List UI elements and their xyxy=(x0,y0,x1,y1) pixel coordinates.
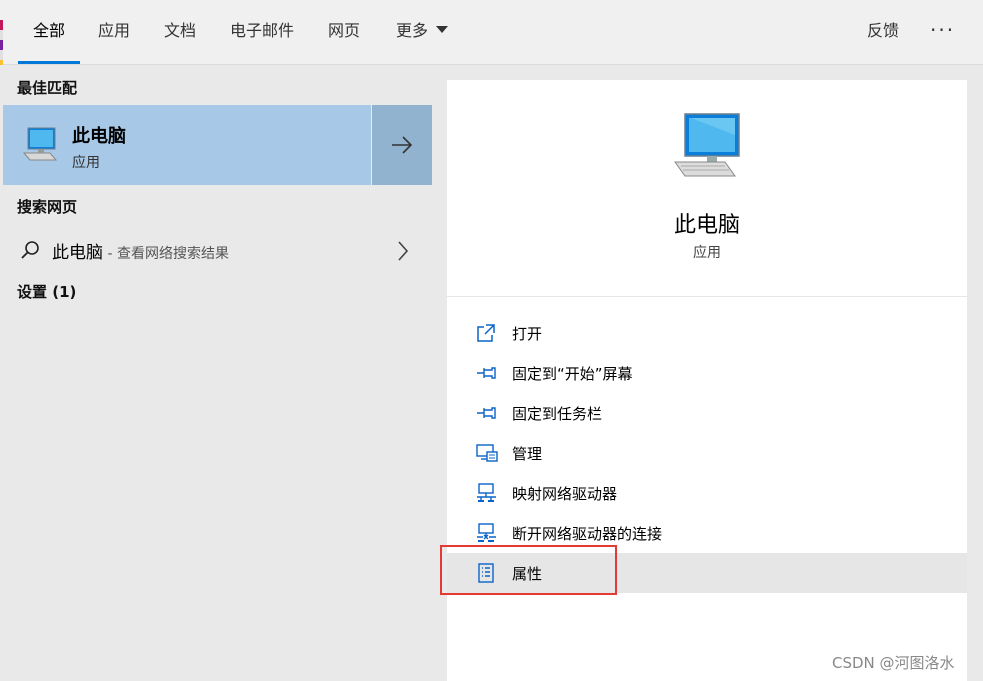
computer-icon xyxy=(22,127,58,161)
tab-all[interactable]: 全部 xyxy=(18,0,80,64)
web-search-query: 此电脑 xyxy=(52,243,103,263)
action-label: 断开网络驱动器的连接 xyxy=(512,525,663,543)
computer-icon xyxy=(674,113,740,177)
action-label: 固定到“开始”屏幕 xyxy=(512,365,633,383)
chevron-right-icon xyxy=(398,241,409,261)
open-icon xyxy=(477,324,495,342)
pin-icon xyxy=(477,407,496,419)
action-label: 管理 xyxy=(512,445,543,463)
best-match-title: 此电脑 xyxy=(72,126,126,147)
action-label: 固定到任务栏 xyxy=(512,405,603,423)
results-list: 最佳匹配 此电脑 应用 搜索网页 此电脑 - 查看网络搜索结果 设置 (1) xyxy=(0,65,432,681)
manage-icon xyxy=(476,444,498,462)
action-label: 映射网络驱动器 xyxy=(512,485,618,503)
detail-title: 此电脑 xyxy=(673,213,740,238)
action-pin-taskbar[interactable]: 固定到任务栏 xyxy=(447,393,967,433)
top-tab-bar: 全部 应用 文档 电子邮件 网页 更多 反馈 ··· xyxy=(0,0,983,65)
web-search-text: 此电脑 - 查看网络搜索结果 xyxy=(52,238,229,263)
action-manage[interactable]: 管理 xyxy=(447,433,967,473)
action-open[interactable]: 打开 xyxy=(447,313,967,353)
tab-email[interactable]: 电子邮件 xyxy=(222,0,302,64)
tab-apps[interactable]: 应用 xyxy=(90,0,138,64)
tab-web[interactable]: 网页 xyxy=(320,0,368,64)
tab-more-label: 更多 xyxy=(395,21,428,40)
detail-subtitle: 应用 xyxy=(693,245,721,261)
detail-header: 此电脑 应用 xyxy=(447,80,967,297)
network-drive-icon xyxy=(477,483,496,502)
tab-more[interactable]: 更多 xyxy=(386,0,458,64)
feedback-button[interactable]: 反馈 xyxy=(858,0,908,64)
search-icon xyxy=(21,241,39,259)
tab-documents[interactable]: 文档 xyxy=(156,0,204,64)
best-match-header: 最佳匹配 xyxy=(17,79,78,97)
disconnect-drive-icon xyxy=(477,523,496,542)
action-label: 打开 xyxy=(512,325,543,343)
chevron-down-icon xyxy=(436,26,448,33)
watermark-text: CSDN @河图洛水 xyxy=(832,654,955,672)
arrow-right-icon xyxy=(392,136,413,154)
highlight-annotation-box xyxy=(440,545,617,595)
best-match-subtitle: 应用 xyxy=(72,155,100,171)
more-options-button[interactable]: ··· xyxy=(930,0,955,64)
settings-header[interactable]: 设置 (1) xyxy=(17,281,76,302)
action-pin-start[interactable]: 固定到“开始”屏幕 xyxy=(447,353,967,393)
expand-arrow-button[interactable] xyxy=(372,105,432,185)
pin-icon xyxy=(477,367,496,379)
web-search-suffix: - 查看网络搜索结果 xyxy=(103,246,229,262)
action-map-network-drive[interactable]: 映射网络驱动器 xyxy=(447,473,967,513)
best-match-item[interactable]: 此电脑 应用 xyxy=(3,105,371,185)
web-search-header: 搜索网页 xyxy=(17,198,78,216)
web-search-item[interactable]: 此电脑 - 查看网络搜索结果 xyxy=(0,230,432,272)
